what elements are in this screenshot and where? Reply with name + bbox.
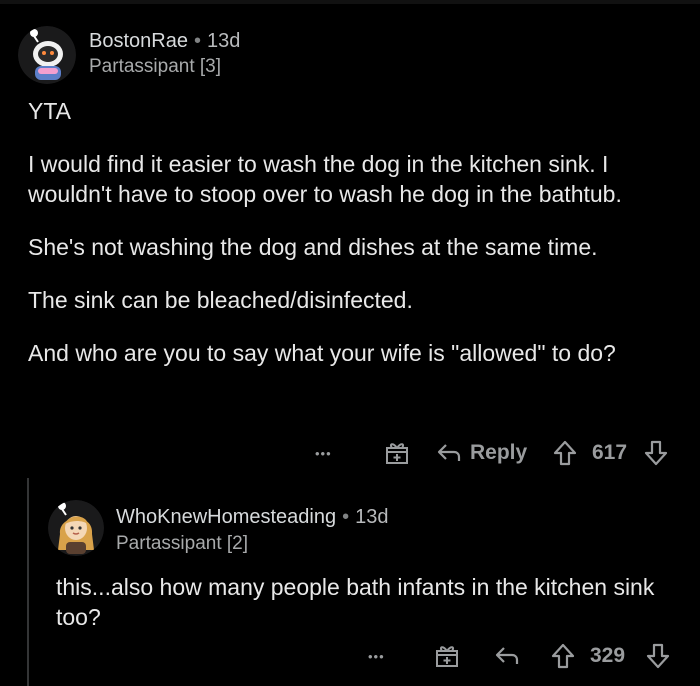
reply-button[interactable] xyxy=(494,640,520,672)
username[interactable]: BostonRae • 13d xyxy=(89,30,240,53)
upvote-button[interactable] xyxy=(550,640,576,672)
user-flair: Partassipant [2] xyxy=(116,533,249,554)
comment-paragraph: YTA xyxy=(28,98,72,124)
separator-dot: • xyxy=(193,30,201,52)
comment-age: 13d xyxy=(355,506,389,528)
avatar[interactable] xyxy=(18,26,76,84)
reply-button[interactable]: Reply xyxy=(436,437,527,469)
upvote-button[interactable] xyxy=(552,437,578,469)
award-button[interactable] xyxy=(434,640,460,672)
downvote-icon xyxy=(646,643,670,669)
downvote-icon xyxy=(644,440,668,466)
comment-paragraph: She's not washing the dog and dishes at … xyxy=(28,234,598,260)
reply-arrow-icon xyxy=(437,444,461,461)
reply-label: Reply xyxy=(470,441,528,464)
username[interactable]: WhoKnewHomesteading • 13d xyxy=(116,506,389,529)
separator-dot: • xyxy=(342,506,350,528)
more-options-button[interactable]: ••• xyxy=(315,437,332,469)
user-flair: Partassipant [3] xyxy=(89,56,222,77)
comment-paragraph: I would find it easier to wash the dog i… xyxy=(28,151,622,207)
avatar[interactable] xyxy=(48,500,104,556)
comment-actions: ••• Reply 617 xyxy=(0,437,700,469)
username-text[interactable]: WhoKnewHomesteading xyxy=(116,506,336,528)
award-gift-icon xyxy=(386,443,408,464)
comment-age: 13d xyxy=(206,30,241,52)
award-gift-icon xyxy=(436,646,458,667)
more-options-button[interactable]: ••• xyxy=(368,640,385,672)
username-text[interactable]: BostonRae xyxy=(89,30,188,52)
vote-score: 617 xyxy=(592,441,628,464)
upvote-icon xyxy=(553,440,577,466)
top-divider xyxy=(0,0,700,4)
downvote-button[interactable] xyxy=(643,437,669,469)
reply-arrow-icon xyxy=(495,647,519,664)
comment-paragraph: The sink can be bleached/disinfected. xyxy=(28,287,413,313)
more-options-icon: ••• xyxy=(315,445,332,461)
vote-score: 329 xyxy=(590,644,626,667)
upvote-icon xyxy=(551,643,575,669)
award-button[interactable] xyxy=(384,437,410,469)
more-options-icon: ••• xyxy=(368,648,385,664)
comment-paragraph: this...also how many people bath infants… xyxy=(56,574,655,630)
comment-actions: ••• 329 xyxy=(0,640,700,672)
downvote-button[interactable] xyxy=(645,640,671,672)
comment-paragraph: And who are you to say what your wife is… xyxy=(28,340,616,366)
comment-body: YTA I would find it easier to wash the d… xyxy=(28,96,688,391)
